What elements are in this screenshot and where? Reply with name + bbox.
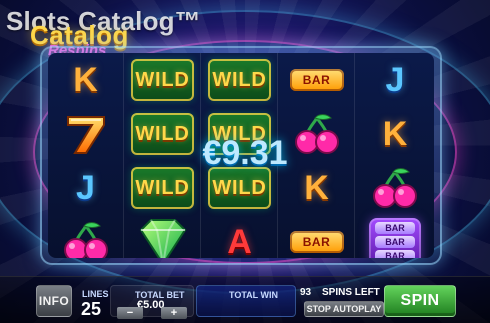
wild-tile: WILD [208,59,271,101]
diamond-icon [139,219,186,258]
reel-5-row-3 [356,161,434,215]
mini-bar: BAR [375,236,415,248]
symbol-k: K [73,61,98,99]
wild-tile: WILD [131,167,194,209]
reel-5-row-4: BAR BAR BAR [356,215,434,258]
reel-5: J K BAR BAR BAR [356,53,434,258]
bar-text: BAR [302,73,331,87]
symbol-j: J [76,169,95,207]
bar-text: BAR [302,235,331,249]
stop-autoplay-button[interactable]: STOP AUTOPLAY [304,301,384,317]
bet-decrease-button[interactable]: − [117,307,143,319]
reel-2-row-4 [125,215,200,258]
reel-3-row-4: A [202,215,277,258]
lines-display: LINES 25 [78,285,109,319]
reel-5-row-2: K [356,107,434,161]
reel-1-row-3: J [48,161,123,215]
cherries-icon [373,168,417,208]
total-win-panel: TOTAL WIN [196,285,296,317]
reel-1-row-2 [48,107,123,161]
symbol-k: K [304,169,329,207]
bet-increase-button[interactable]: + [161,307,187,319]
mini-bar: BAR [375,250,415,258]
win-amount: €9.31 [202,133,288,172]
wild-text: WILD [135,68,190,91]
info-button[interactable]: INFO [36,285,72,317]
total-win-label: TOTAL WIN [229,290,278,300]
wild-tile: WILD [208,167,271,209]
reel-3-row-1: WILD [202,53,277,107]
lines-label: LINES [82,289,109,299]
wild-text: WILD [135,176,190,199]
spins-left-label: SPINS LEFT [322,287,380,298]
reel-1: K J [48,53,124,258]
symbol-k: K [382,115,408,153]
reel-5-row-1: J [356,53,434,107]
reel-2-row-1: WILD [125,53,200,107]
wild-text: WILD [212,176,267,199]
wild-text: WILD [212,68,267,91]
reel-1-row-4 [48,215,123,258]
total-bet-panel: TOTAL BET €5.00 − + [110,285,194,319]
reel-4-row-4: BAR [279,215,354,258]
mini-bar: BAR [375,222,415,234]
bottom-control-bar: INFO LINES 25 TOTAL BET €5.00 − + TOTAL … [0,276,490,323]
bar-symbol: BAR [289,69,344,91]
spins-left: 93 SPINS LEFT [300,287,382,299]
wild-tile: WILD [131,59,194,101]
seven-icon [66,116,105,154]
wild-text: WILD [135,122,190,145]
symbol-a: A [227,223,252,258]
bar-symbol: BAR [289,231,344,253]
lines-value: 25 [81,299,102,319]
cherries-icon [63,222,108,258]
spins-left-count: 93 [300,287,312,298]
reel-1-row-1: K [48,53,123,107]
spin-button[interactable]: SPIN [384,285,456,317]
symbol-j: J [385,61,405,99]
game-logo: Catalog Respins [30,20,129,59]
multi-bar-symbol: BAR BAR BAR [369,218,421,258]
reel-4-row-1: BAR [279,53,354,107]
